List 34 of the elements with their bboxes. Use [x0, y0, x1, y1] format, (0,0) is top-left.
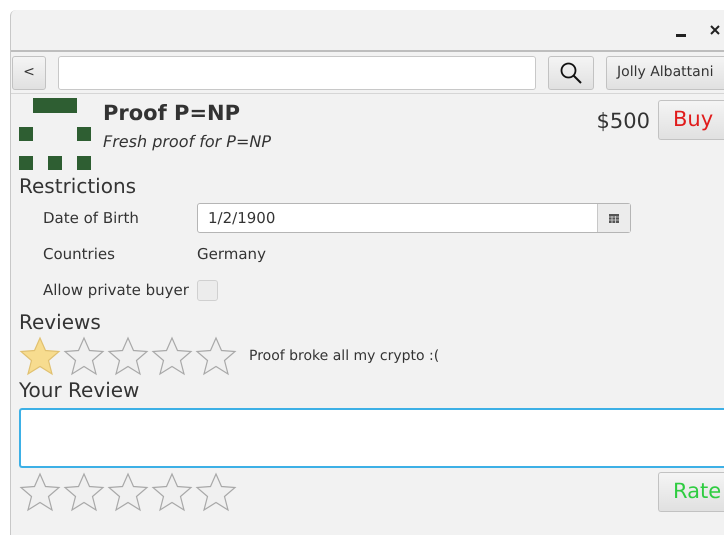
close-icon[interactable]	[710, 25, 720, 35]
section-heading: Restrictions	[19, 173, 138, 200]
review-text: Proof broke all my crypto :(	[249, 346, 440, 366]
section-heading: Your Review	[19, 377, 140, 404]
star-icon	[63, 336, 105, 376]
star-icon	[195, 336, 237, 376]
search-field[interactable]	[58, 56, 536, 90]
star-icon	[107, 472, 149, 512]
back-button[interactable]: <	[12, 56, 46, 90]
date-value: 1/2/1900	[207, 208, 276, 229]
user-menu-button[interactable]: Jolly Albattani	[606, 56, 724, 90]
review-input[interactable]	[19, 408, 724, 468]
price: $500	[596, 108, 650, 135]
field-label: Allow private buyer	[42, 280, 190, 301]
field-label: Date of Birth	[42, 208, 140, 229]
section-heading: Reviews	[19, 309, 102, 336]
checkbox[interactable]	[197, 280, 218, 300]
star-icon	[19, 472, 61, 512]
search-button[interactable]	[548, 56, 594, 90]
search-icon	[559, 60, 583, 84]
field-value: Germany	[197, 244, 266, 265]
product-title: Proof P=NP	[103, 100, 242, 126]
star-icon	[63, 472, 105, 512]
star-icon	[151, 336, 193, 376]
star-icon	[19, 336, 61, 376]
minimize-icon[interactable]	[676, 34, 686, 36]
star-icon	[107, 336, 149, 376]
calendar-icon[interactable]	[597, 204, 630, 232]
buy-button[interactable]: Buy	[658, 100, 724, 140]
product-subtitle: Fresh proof for P=NP	[103, 131, 271, 153]
star-icon	[151, 472, 193, 512]
date-picker[interactable]: 1/2/1900	[197, 203, 631, 233]
field-label: Countries	[42, 244, 116, 265]
star-icon	[195, 472, 237, 512]
